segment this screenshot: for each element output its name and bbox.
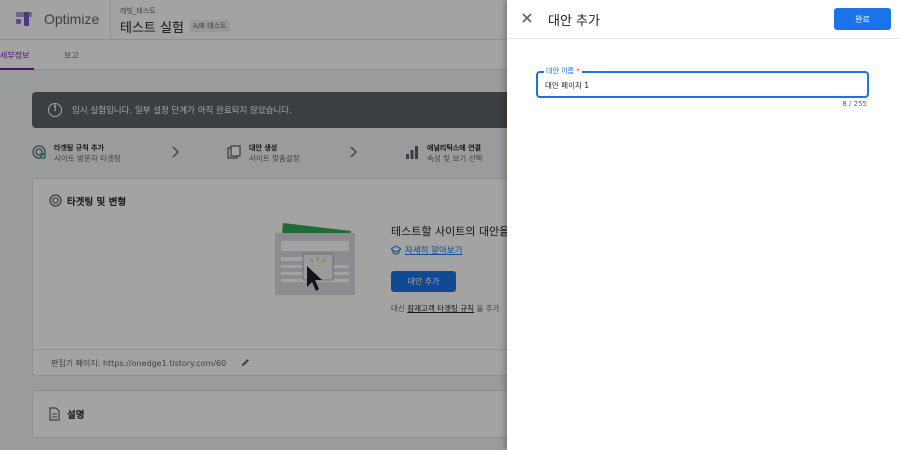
field-label-text: 대안 이름 [546,67,574,75]
required-mark: * [576,67,580,75]
done-button[interactable]: 완료 [834,8,891,30]
character-counter: 8 / 255 [842,100,867,108]
variant-name-field[interactable]: 대안 이름 * [536,66,869,98]
add-variant-panel: 대안 추가 완료 대안 이름 * 8 / 255 [507,0,900,450]
panel-header: 대안 추가 완료 [507,0,900,39]
variant-name-input[interactable] [545,78,845,92]
variant-name-label: 대안 이름 * [544,66,582,76]
panel-title: 대안 추가 [548,14,600,29]
close-icon[interactable] [520,11,534,25]
